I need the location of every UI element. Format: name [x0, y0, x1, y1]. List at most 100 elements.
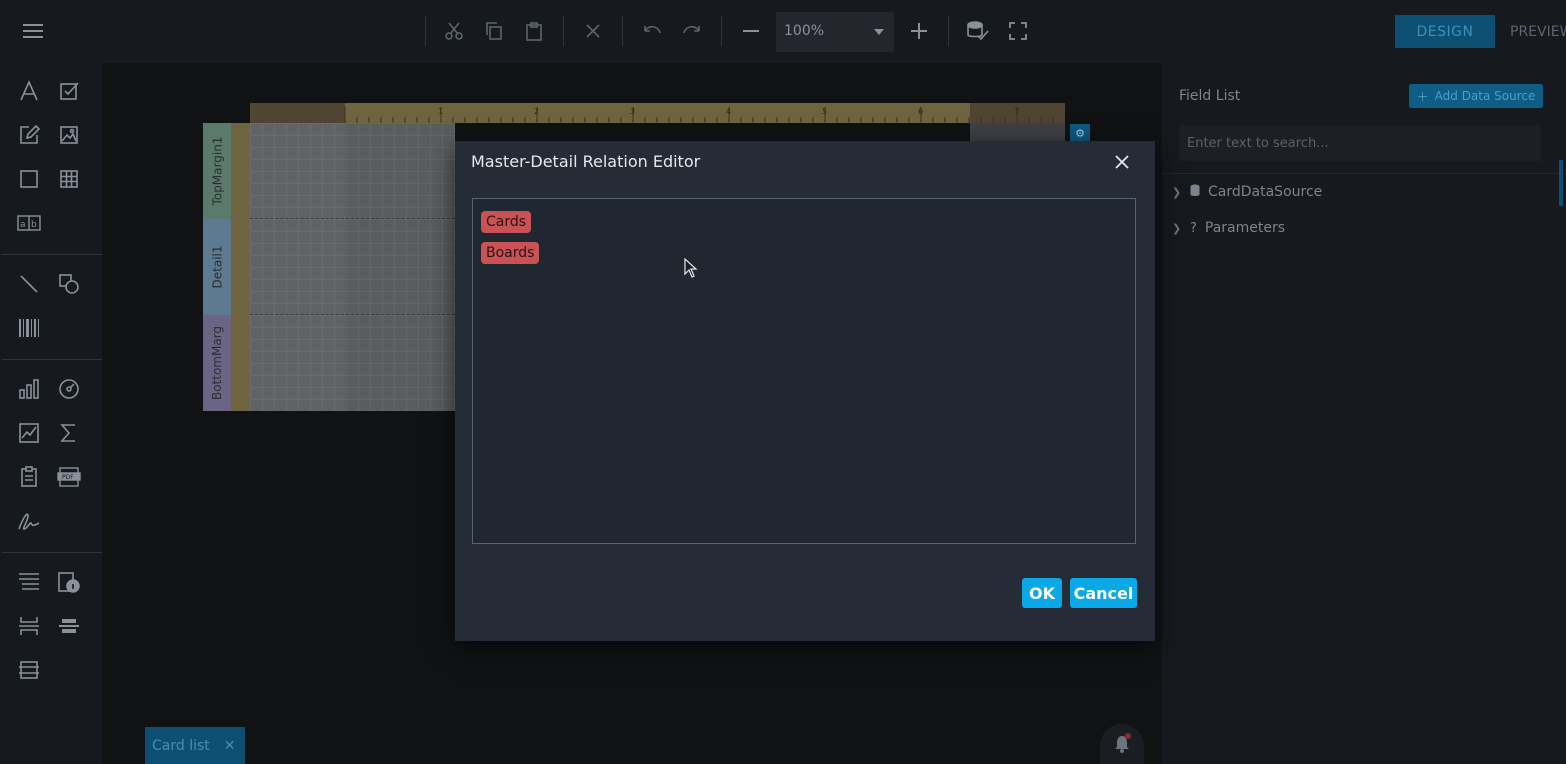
relation-list[interactable]: Cards Boards — [472, 198, 1136, 544]
vertical-ruler — [231, 123, 250, 411]
line-tool-icon[interactable] — [16, 271, 42, 297]
band-label: Detail1 — [210, 245, 225, 289]
gear-icon[interactable]: ⚙ — [1070, 124, 1090, 142]
tree-item-carddatasource[interactable]: ❯ CardDataSource — [1172, 181, 1322, 203]
preview-tab-button[interactable]: PREVIEW — [1510, 15, 1566, 48]
zoom-value: 100% — [784, 23, 825, 39]
svg-text:b: b — [31, 220, 37, 230]
zoom-out-icon[interactable] — [738, 18, 764, 44]
toolbar-divider — [948, 16, 949, 46]
chevron-right-icon[interactable]: ❯ — [1172, 186, 1182, 199]
page-break-tool-icon[interactable] — [16, 613, 42, 639]
fullscreen-icon[interactable] — [1005, 18, 1031, 44]
toc-tool-icon[interactable] — [16, 569, 42, 595]
add-data-source-label: Add Data Source — [1434, 89, 1536, 103]
toolbar-divider — [721, 16, 722, 46]
delete-icon[interactable] — [580, 18, 606, 44]
document-tab-label: Card list — [152, 737, 210, 754]
close-icon[interactable]: ✕ — [224, 738, 236, 754]
richtext-tool-icon[interactable] — [16, 122, 42, 148]
field-list-title: Field List — [1179, 88, 1241, 104]
toolbox-divider — [2, 254, 102, 255]
toolbar-divider — [563, 16, 564, 46]
tree-item-parameters[interactable]: ❯ ? Parameters — [1172, 217, 1285, 239]
chart-tool-icon[interactable] — [16, 376, 42, 402]
scrollbar[interactable] — [1559, 160, 1563, 206]
shape-tool-icon[interactable] — [56, 271, 82, 297]
toolbar-divider — [622, 16, 623, 46]
master-detail-dialog: Master-Detail Relation Editor Cards Boar… — [455, 141, 1155, 641]
zoom-in-icon[interactable] — [906, 18, 932, 44]
paste-icon[interactable] — [521, 18, 547, 44]
label-tool-icon[interactable] — [16, 78, 42, 104]
band-topmargin[interactable]: TopMargin1 — [203, 123, 231, 219]
band-label: BottomMarg — [210, 325, 224, 401]
toolbox-divider — [2, 552, 102, 553]
svg-text:a: a — [20, 220, 26, 230]
character-comb-tool-icon[interactable]: ab — [16, 210, 42, 236]
band-bottommargin[interactable]: BottomMarg — [203, 315, 231, 411]
hamburger-menu-icon[interactable] — [20, 18, 46, 44]
copy-icon[interactable] — [481, 18, 507, 44]
ruler-label: 4 — [726, 107, 731, 116]
ruler-label: 2 — [534, 107, 539, 116]
ruler-label: 1 — [438, 107, 443, 116]
band-label: TopMargin1 — [210, 136, 224, 206]
panel-divider — [1162, 173, 1566, 174]
relation-item-boards[interactable]: Boards — [481, 242, 540, 264]
gauge-tool-icon[interactable] — [56, 376, 82, 402]
relation-item-cards[interactable]: Cards — [481, 211, 532, 233]
tree-item-label: CardDataSource — [1208, 184, 1323, 200]
ruler-label: 7 — [1014, 107, 1019, 116]
ruler-label: 6 — [918, 107, 923, 116]
chevron-right-icon[interactable]: ❯ — [1172, 222, 1182, 235]
question-icon: ? — [1190, 220, 1197, 236]
band-labels: TopMargin1 Detail1 BottomMarg — [203, 123, 231, 411]
field-list-panel — [1162, 63, 1566, 764]
chevron-down-icon — [874, 29, 884, 35]
horizontal-ruler: 1 2 3 4 5 6 7 — [250, 103, 1065, 123]
database-icon — [1190, 184, 1200, 201]
tree-item-label: Parameters — [1204, 220, 1286, 236]
checkbox-tool-icon[interactable] — [56, 78, 82, 104]
top-toolbar: 100% DESIGN PREVIEW — [0, 0, 1566, 63]
undo-icon[interactable] — [639, 18, 665, 44]
panel-tool-icon[interactable] — [16, 166, 42, 192]
close-icon[interactable] — [1111, 151, 1133, 173]
plus-icon: ＋ — [1416, 89, 1429, 104]
add-data-source-button[interactable]: ＋ Add Data Source — [1409, 84, 1543, 108]
notification-badge — [1125, 733, 1131, 739]
barcode-tool-icon[interactable] — [16, 315, 42, 341]
validate-data-icon[interactable] — [965, 18, 991, 44]
page-info-tool-icon[interactable] — [56, 569, 82, 595]
mouse-cursor-icon — [684, 258, 698, 278]
report-page[interactable] — [250, 123, 455, 411]
cross-band-line-tool-icon[interactable] — [56, 613, 82, 639]
document-tab[interactable]: Card list ✕ — [145, 727, 245, 764]
ruler-label: 5 — [822, 107, 827, 116]
report-page-right — [970, 123, 1065, 141]
pdf-content-tool-icon[interactable]: PDF — [56, 464, 82, 490]
cross-band-box-tool-icon[interactable] — [16, 657, 42, 683]
design-tab-button[interactable]: DESIGN — [1395, 15, 1495, 48]
toolbox-divider — [2, 359, 102, 360]
sparkline-tool-icon[interactable] — [16, 420, 42, 446]
cancel-button[interactable]: Cancel — [1070, 578, 1137, 608]
notifications-button[interactable] — [1100, 724, 1144, 764]
dialog-title: Master-Detail Relation Editor — [471, 152, 701, 171]
field-search-input[interactable] — [1179, 125, 1541, 161]
redo-icon[interactable] — [679, 18, 705, 44]
signature-tool-icon[interactable] — [16, 508, 42, 534]
cut-icon[interactable] — [441, 18, 467, 44]
band-detail[interactable]: Detail1 — [203, 219, 231, 315]
summary-tool-icon[interactable] — [56, 420, 82, 446]
ruler-label: 3 — [630, 107, 635, 116]
toolbar-divider — [425, 16, 426, 46]
toolbox-sidebar: ab PDF — [0, 63, 102, 764]
svg-text:PDF: PDF — [62, 474, 74, 481]
zoom-select[interactable]: 100% — [776, 12, 894, 52]
picture-tool-icon[interactable] — [56, 122, 82, 148]
table-tool-icon[interactable] — [56, 166, 82, 192]
subreport-tool-icon[interactable] — [16, 464, 42, 490]
ok-button[interactable]: OK — [1022, 578, 1062, 608]
